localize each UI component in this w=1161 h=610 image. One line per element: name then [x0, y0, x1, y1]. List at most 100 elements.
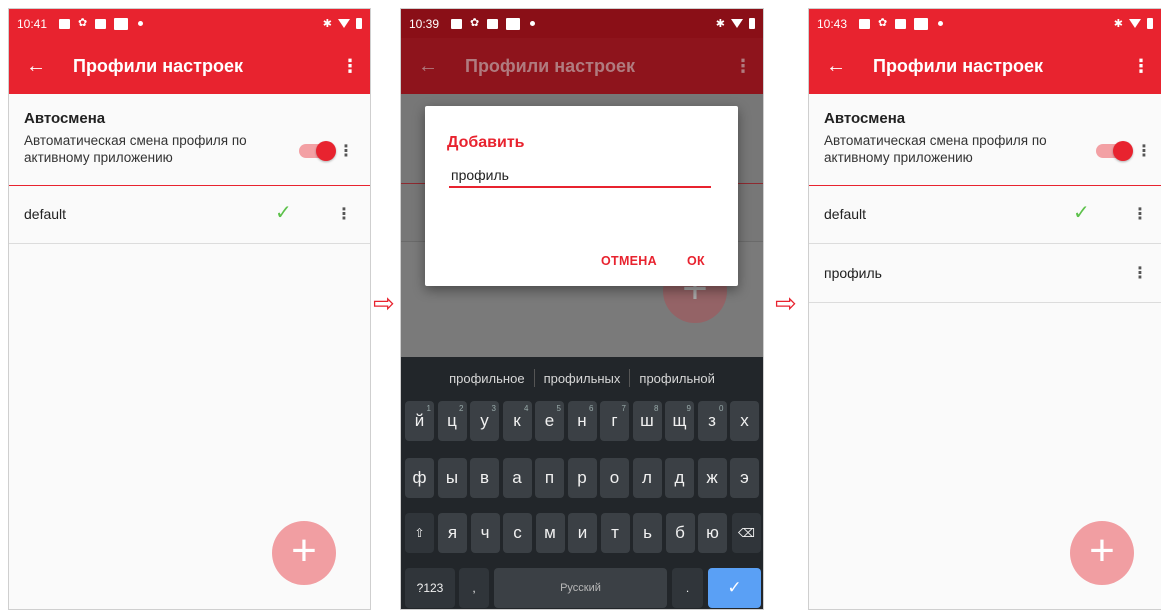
add-profile-button[interactable]: + [1070, 521, 1134, 585]
key-label: э [740, 468, 749, 487]
overflow-menu-icon[interactable]: ⋮ [330, 56, 370, 77]
autochange-toggle[interactable] [299, 141, 336, 161]
screen-add-dialog: 10:39 ✿ ✱ ← Профили настроек ⋮ + Добавит… [400, 8, 764, 610]
profile-row-profil[interactable]: профиль ⋮ [809, 245, 1161, 303]
backspace-key[interactable]: ⌫ [732, 513, 761, 553]
comma-key[interactable]: , [459, 568, 489, 608]
profile-menu-icon[interactable]: ⋮ [336, 207, 352, 223]
add-profile-button[interactable]: + [272, 521, 336, 585]
page-title: Профили настроек [873, 55, 1043, 76]
notification-icon [914, 17, 929, 30]
more-notifications-icon [938, 21, 944, 26]
cancel-button[interactable]: ОТМЕНА [601, 254, 657, 268]
letter-key[interactable]: с [503, 513, 532, 553]
space-key[interactable]: Русский [494, 568, 667, 608]
key-label: р [577, 468, 587, 487]
letter-key[interactable]: ь [633, 513, 662, 553]
profile-label: default [24, 206, 67, 222]
autochange-toggle[interactable] [1096, 141, 1133, 161]
shift-key[interactable]: ⇧ [405, 513, 434, 553]
profile-menu-icon[interactable]: ⋮ [1132, 266, 1148, 282]
letter-key[interactable]: п [535, 458, 564, 498]
letter-key[interactable]: а [502, 458, 532, 498]
letter-key[interactable]: л [632, 458, 662, 498]
profile-label: профиль [824, 265, 882, 281]
letter-key[interactable]: г7 [600, 401, 629, 441]
key-hint: 8 [654, 404, 659, 413]
suggestion-item[interactable]: профильных [535, 371, 630, 386]
letter-key[interactable]: ф [405, 458, 434, 498]
status-time: 10:43 [817, 16, 848, 31]
backspace-icon: ⌫ [738, 526, 755, 540]
back-arrow-icon[interactable]: ← [9, 55, 63, 78]
letter-key[interactable]: н6 [567, 401, 597, 441]
letter-key[interactable]: я [438, 513, 467, 553]
notification-icon [895, 18, 907, 29]
letter-key[interactable]: д [665, 458, 694, 498]
symbols-key[interactable]: ?123 [405, 568, 455, 608]
letter-key[interactable]: ю [698, 513, 727, 553]
bluetooth-icon: ✱ [1113, 18, 1123, 30]
bluetooth-icon: ✱ [322, 18, 332, 30]
letter-key[interactable]: щ9 [665, 401, 694, 441]
letter-key[interactable]: ы [437, 458, 467, 498]
overflow-menu-icon: ⋮ [734, 55, 752, 76]
on-screen-keyboard: профильное профильных профильной й1ц2у3к… [401, 357, 763, 609]
letter-key[interactable]: ц2 [437, 401, 467, 441]
key-hint: 1 [426, 404, 431, 413]
key-label: е [544, 411, 555, 430]
profile-menu-icon[interactable]: ⋮ [1132, 207, 1148, 223]
letter-key[interactable]: в [470, 458, 499, 498]
toggle-knob [1113, 141, 1133, 161]
dialog-title: Добавить [447, 134, 525, 151]
letter-key[interactable]: й1 [405, 401, 434, 441]
profile-row-default[interactable]: default ✓ ⋮ [809, 186, 1161, 244]
letter-key[interactable]: р [567, 458, 597, 498]
period-key[interactable]: . [672, 568, 703, 608]
letter-key[interactable]: з0 [697, 401, 727, 441]
key-label: о [609, 468, 620, 487]
ok-button[interactable]: ОК [687, 254, 705, 268]
key-label: я [447, 523, 458, 542]
letter-key[interactable]: б [665, 513, 695, 553]
letter-key[interactable]: и [568, 513, 597, 553]
keyboard-row-2: фы в а п р о л д ж э [401, 458, 763, 502]
enter-key[interactable]: ✓ [708, 568, 761, 608]
letter-key[interactable]: о [600, 458, 629, 498]
key-label: т [611, 523, 619, 542]
autochange-description: Автоматическая смена профиля по активном… [824, 133, 1047, 165]
letter-key[interactable]: х [730, 401, 759, 441]
letter-key[interactable]: у3 [470, 401, 499, 441]
profile-label: default [824, 206, 867, 222]
autochange-title: Автосмена [824, 110, 906, 127]
status-time: 10:41 [17, 16, 48, 31]
suggestion-item[interactable]: профильной [630, 371, 724, 386]
letter-key[interactable]: ш8 [632, 401, 662, 441]
letter-key[interactable]: к4 [502, 401, 532, 441]
autochange-menu-icon[interactable]: ⋮ [1136, 144, 1152, 160]
battery-icon [1147, 18, 1153, 29]
suggestion-item[interactable]: профильное [440, 371, 533, 386]
letter-key[interactable]: е5 [535, 401, 564, 441]
autochange-description: Автоматическая смена профиля по активном… [24, 133, 247, 165]
screen-after: 10:43 ✿ ✱ ← Профили настроек ⋮ Автосмена… [808, 8, 1161, 610]
autochange-menu-icon[interactable]: ⋮ [338, 144, 354, 160]
key-label: м [544, 523, 556, 542]
letter-key[interactable]: э [730, 458, 759, 498]
back-arrow-icon[interactable]: ← [809, 55, 863, 78]
back-arrow-icon: ← [418, 54, 438, 77]
notification-icon [95, 18, 107, 29]
key-label: л [642, 468, 652, 487]
profile-name-input[interactable] [449, 164, 711, 188]
letter-key[interactable]: ж [697, 458, 727, 498]
key-label: у [480, 411, 489, 430]
letter-key[interactable]: м [535, 513, 565, 553]
keyboard-row-1: й1ц2у3к4е5н6г7ш8щ9з0х [401, 401, 763, 445]
letter-key[interactable]: т [600, 513, 630, 553]
wifi-icon [1129, 19, 1141, 28]
overflow-menu-icon[interactable]: ⋮ [1121, 56, 1161, 77]
profile-row-default[interactable]: default ✓ ⋮ [9, 186, 370, 244]
key-hint: 4 [524, 404, 529, 413]
key-label: к [513, 411, 521, 430]
letter-key[interactable]: ч [470, 513, 500, 553]
